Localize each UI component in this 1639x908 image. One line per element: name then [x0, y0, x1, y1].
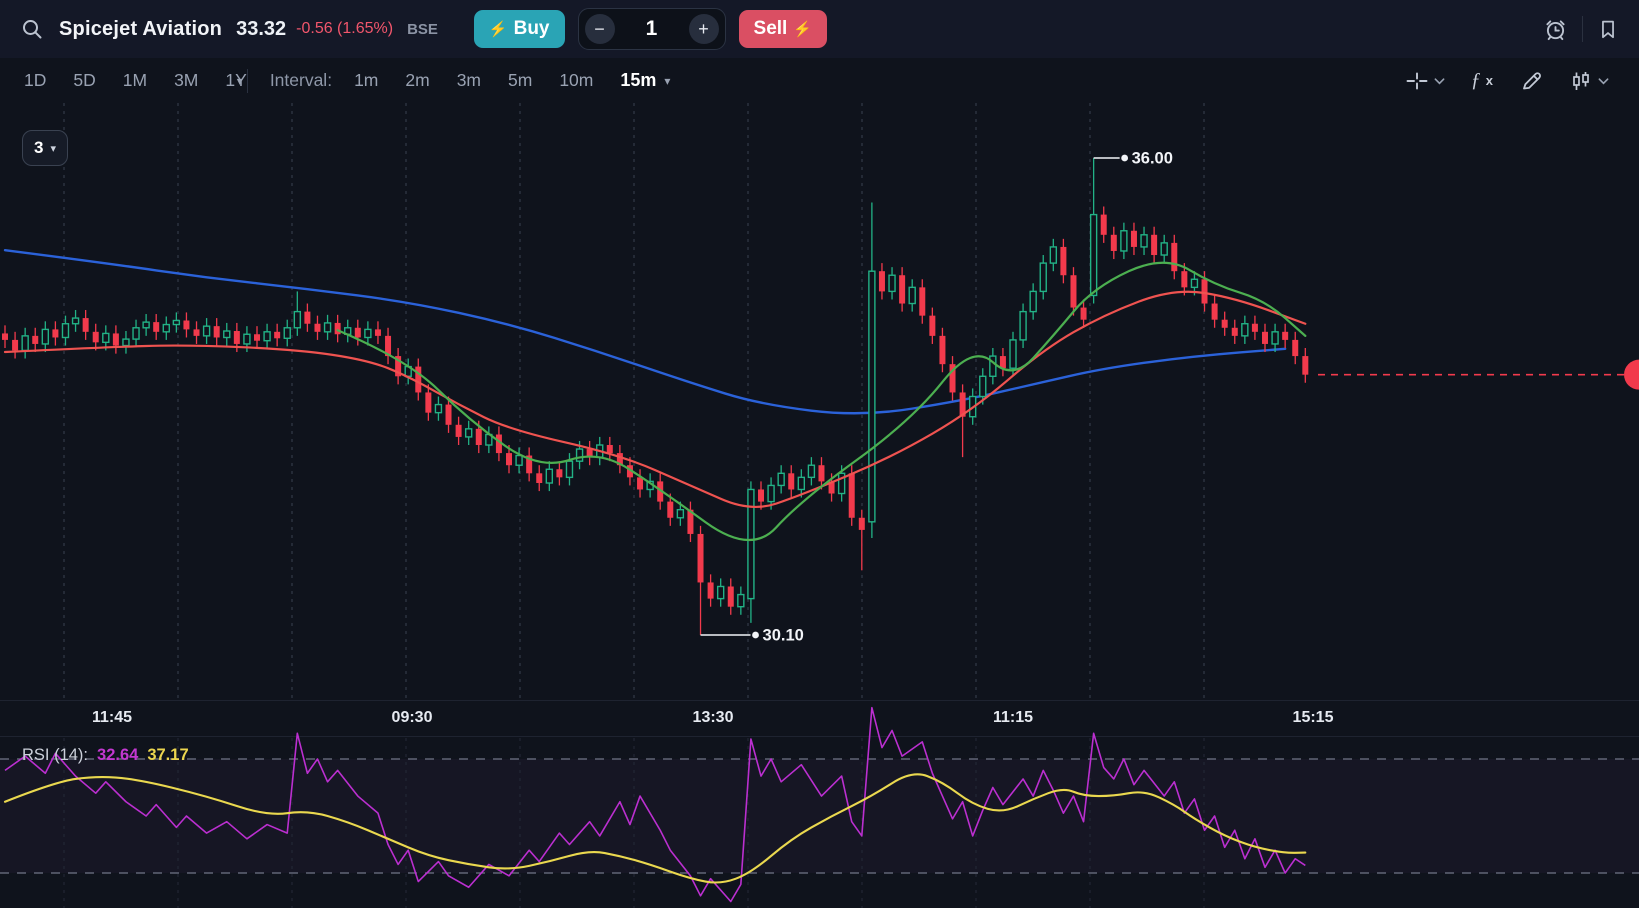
rsi-band — [0, 759, 1639, 873]
interval-15m-active[interactable]: 15m — [620, 70, 656, 91]
exchange-badge: BSE — [407, 21, 438, 38]
quantity-value: 1 — [646, 17, 658, 41]
interval-10m[interactable]: 10m — [559, 70, 593, 91]
chart-type-candles-button[interactable] — [1569, 69, 1609, 93]
rsi-signal-value: 37.17 — [147, 746, 188, 765]
buy-button-label: Buy — [514, 18, 550, 40]
quantity-decrease-button[interactable]: − — [585, 14, 615, 44]
svg-text:36.00: 36.00 — [1132, 150, 1173, 168]
divider — [1582, 16, 1583, 42]
draw-tool-button[interactable] — [1519, 69, 1543, 93]
price-change: -0.56 (1.65%) — [296, 20, 393, 38]
instrument-name: Spicejet Aviation — [59, 18, 222, 41]
header-bar: Spicejet Aviation 33.32 -0.56 (1.65%) BS… — [0, 0, 1639, 58]
session-gridlines — [64, 103, 1204, 700]
time-tick: 09:30 — [392, 709, 433, 727]
range-1d[interactable]: 1D — [24, 70, 46, 91]
time-tick: 11:15 — [993, 709, 1033, 727]
indicator-count: 3 — [34, 138, 43, 158]
range-3m[interactable]: 3M — [174, 70, 198, 91]
rsi-main-value: 32.64 — [97, 746, 138, 765]
time-tick: 13:30 — [693, 709, 734, 727]
last-traded-price: 33.32 — [236, 18, 286, 41]
ma-mid-red — [5, 292, 1305, 507]
interval-3m[interactable]: 3m — [457, 70, 481, 91]
rsi-gridlines — [64, 738, 1204, 908]
svg-text:30.10: 30.10 — [763, 627, 804, 645]
quantity-stepper: − 1 + — [578, 8, 726, 50]
sell-button-label: Sell — [754, 18, 788, 40]
interval-label: Interval: — [270, 70, 332, 91]
rsi-signal-line — [5, 774, 1305, 882]
crosshair-tool-button[interactable] — [1405, 69, 1445, 93]
range-5d[interactable]: 5D — [73, 70, 95, 91]
last-price-line — [1318, 360, 1639, 390]
sell-button[interactable]: Sell ⚡ — [739, 10, 828, 48]
toolbar-right-icons: ƒx — [1405, 69, 1615, 93]
ma-fast-green — [338, 263, 1306, 540]
rsi-indicator-legend[interactable]: RSI (14): 32.64 37.17 — [22, 746, 189, 765]
lightning-icon: ⚡ — [489, 20, 508, 38]
low-price-marker: 30.10 — [701, 627, 804, 645]
alerts-icon[interactable] — [1543, 17, 1568, 42]
interval-1m[interactable]: 1m — [354, 70, 378, 91]
indicators-fx-button[interactable]: ƒx — [1471, 69, 1493, 92]
time-tick: 15:15 — [1293, 709, 1334, 727]
trading-app: Spicejet Aviation 33.32 -0.56 (1.65%) BS… — [0, 0, 1639, 908]
high-price-marker: 36.00 — [1094, 150, 1173, 168]
chart-toolbar: 1D 5D 1M 3M 1Y ▾ Interval: 1m 2m 3m 5m 1… — [0, 58, 1639, 103]
buy-button[interactable]: ⚡ Buy — [474, 10, 565, 48]
chevron-down-icon: ▾ — [50, 142, 56, 155]
time-axis[interactable]: 11:45 09:30 13:30 11:15 15:15 — [0, 700, 1639, 737]
interval-5m[interactable]: 5m — [508, 70, 532, 91]
indicator-count-dropdown[interactable]: 3 ▾ — [22, 130, 68, 166]
range-1m[interactable]: 1M — [123, 70, 147, 91]
price-chart-canvas[interactable]: 36.00 30.10 — [0, 103, 1639, 700]
divider — [247, 69, 248, 93]
search-icon[interactable] — [20, 17, 44, 41]
interval-2m[interactable]: 2m — [405, 70, 429, 91]
rsi-name: RSI (14): — [22, 746, 88, 765]
bookmark-icon[interactable] — [1597, 17, 1619, 41]
chevron-down-icon — [1598, 77, 1609, 85]
header-right-actions — [1543, 16, 1619, 42]
time-tick: 11:45 — [92, 709, 132, 727]
range-dropdown-caret[interactable]: ▾ — [237, 74, 243, 88]
lightning-icon: ⚡ — [793, 20, 812, 38]
interval-dropdown-caret[interactable]: ▾ — [664, 74, 670, 88]
quantity-increase-button[interactable]: + — [689, 14, 719, 44]
chevron-down-icon — [1434, 77, 1445, 85]
candles — [2, 158, 1308, 635]
